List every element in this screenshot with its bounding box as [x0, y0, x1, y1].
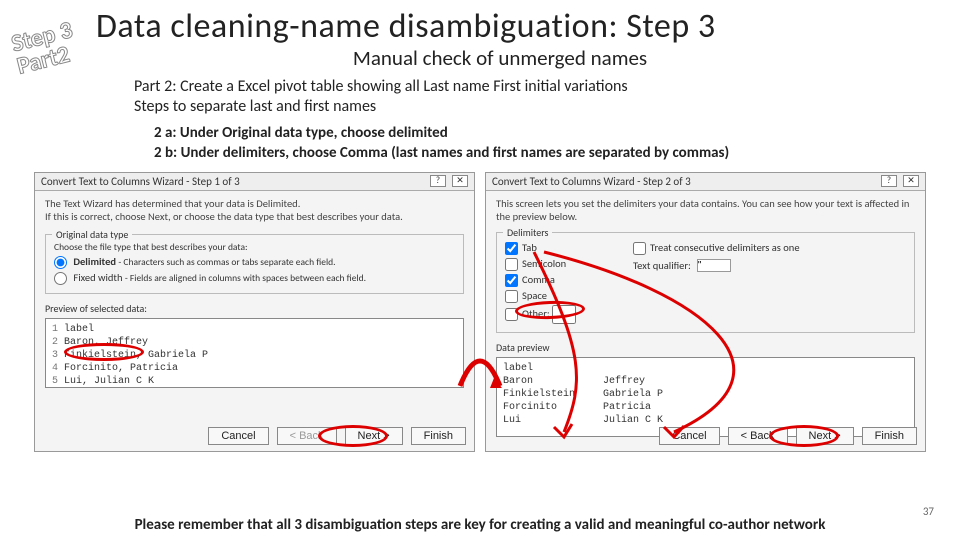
text-qualifier-input[interactable]: [697, 259, 731, 272]
preview-label: Preview of selected data:: [45, 302, 464, 315]
page-subtitle: Manual check of unmerged names: [54, 45, 946, 71]
wizard2-title: Convert Text to Columns Wizard - Step 2 …: [492, 175, 691, 188]
next-button[interactable]: Next >: [345, 427, 403, 445]
check-semicolon[interactable]: Semicolon: [505, 257, 615, 271]
intro-text: Part 2: Create a Excel pivot table showi…: [134, 77, 946, 117]
step-bullets: 2 a: Under Original data type, choose de…: [154, 123, 946, 164]
help-icon[interactable]: ?: [881, 175, 897, 187]
finish-button[interactable]: Finish: [411, 427, 466, 445]
wizard-step2-dialog: Convert Text to Columns Wizard - Step 2 …: [485, 172, 926, 452]
wizard1-title: Convert Text to Columns Wizard - Step 1 …: [41, 175, 240, 188]
back-button[interactable]: < Back: [277, 427, 337, 445]
next-button[interactable]: Next >: [796, 427, 854, 445]
group-prompt: Choose the file type that best describes…: [54, 241, 455, 253]
close-icon[interactable]: ✕: [903, 175, 919, 187]
help-icon[interactable]: ?: [430, 175, 446, 187]
cancel-button[interactable]: Cancel: [659, 427, 719, 445]
original-data-type-group: Original data type Choose the file type …: [45, 234, 464, 294]
radio-delimited[interactable]: Delimited - Characters such as commas or…: [54, 255, 455, 269]
wizard2-line1: This screen lets you set the delimiters …: [496, 197, 915, 224]
radio-fixed-width[interactable]: Fixed width - Fields are aligned in colu…: [54, 271, 455, 285]
preview-box-1: 1label 2Baron, Jeffrey 3Finkielstein, Ga…: [45, 318, 464, 388]
group-legend: Original data type: [52, 228, 132, 241]
intro-line1: Part 2: Create a Excel pivot table showi…: [134, 77, 946, 97]
bullet-2a: 2 a: Under Original data type, choose de…: [154, 123, 946, 143]
check-comma[interactable]: Comma: [505, 273, 615, 287]
page-title: Data cleaning-name disambiguation: Step …: [96, 6, 946, 47]
close-icon[interactable]: ✕: [452, 175, 468, 187]
delimiters-group: Delimiters Tab Semicolon Comma Space Oth…: [496, 232, 915, 333]
wizard1-line1: The Text Wizard has determined that your…: [45, 197, 464, 211]
text-qualifier-label: Text qualifier:: [633, 259, 691, 273]
check-treat-consecutive[interactable]: Treat consecutive delimiters as one: [633, 241, 906, 255]
back-button[interactable]: < Back: [728, 427, 788, 445]
bullet-2b: 2 b: Under delimiters, choose Comma (las…: [154, 143, 946, 163]
cancel-button[interactable]: Cancel: [208, 427, 268, 445]
preview2-label: Data preview: [496, 341, 915, 354]
wizard1-line2: If this is correct, choose Next, or choo…: [45, 210, 464, 224]
footer-note: Please remember that all 3 disambiguatio…: [0, 516, 960, 534]
preview-box-2: label BaronJeffrey FinkielsteinGabriela …: [496, 357, 915, 437]
delimiters-legend: Delimiters: [503, 226, 552, 239]
intro-line2: Steps to separate last and first names: [134, 97, 946, 117]
finish-button[interactable]: Finish: [862, 427, 917, 445]
check-other[interactable]: Other:: [505, 305, 615, 324]
check-tab[interactable]: Tab: [505, 241, 615, 255]
wizard-step1-dialog: Convert Text to Columns Wizard - Step 1 …: [34, 172, 475, 452]
check-space[interactable]: Space: [505, 289, 615, 303]
